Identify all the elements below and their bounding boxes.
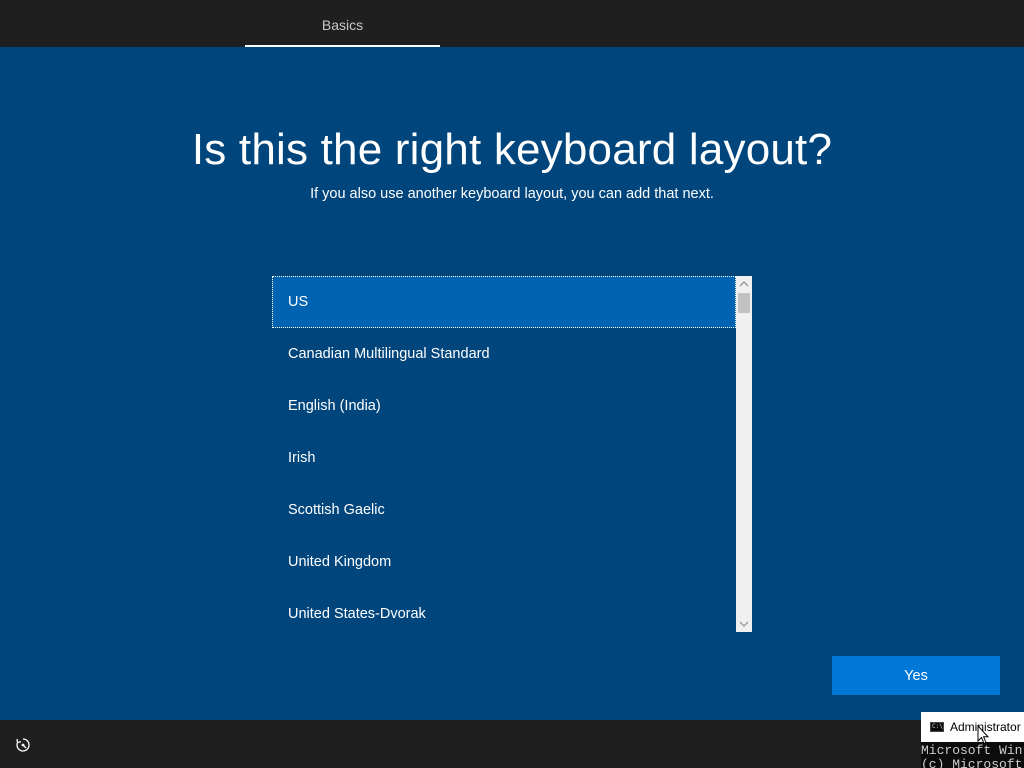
ease-of-access-icon[interactable] [14, 736, 32, 754]
command-prompt-icon: C:\ [930, 722, 944, 732]
mouse-pointer-icon [977, 724, 990, 745]
cmd-output-line: Microsoft Win [921, 743, 1023, 758]
chevron-down-icon[interactable] [736, 616, 752, 632]
page-subtitle: If you also use another keyboard layout,… [310, 186, 714, 202]
layout-item-english-india[interactable]: English (India) [272, 380, 736, 432]
cmd-titlebar[interactable]: C:\ Administrator [921, 712, 1024, 742]
layout-item-scottish-gaelic[interactable]: Scottish Gaelic [272, 484, 736, 536]
top-bar: Basics [0, 0, 1024, 47]
tab-basics[interactable]: Basics [245, 0, 440, 47]
keyboard-layout-list[interactable]: US Canadian Multilingual Standard Englis… [272, 276, 752, 632]
yes-button[interactable]: Yes [832, 656, 1000, 695]
command-prompt-window[interactable]: C:\ Administrator Microsoft Win (c) Micr… [921, 712, 1024, 768]
list-scrollbar[interactable] [736, 276, 752, 632]
layout-item-canadian-multilingual-standard[interactable]: Canadian Multilingual Standard [272, 328, 736, 380]
layout-item-irish[interactable]: Irish [272, 432, 736, 484]
chevron-up-icon[interactable] [736, 276, 752, 292]
layout-item-united-kingdom[interactable]: United Kingdom [272, 536, 736, 588]
bottom-bar [0, 720, 1024, 768]
page-title: Is this the right keyboard layout? [191, 125, 833, 174]
layout-item-us[interactable]: US [272, 276, 736, 328]
cmd-icon-glyph: C:\ [932, 723, 943, 730]
scrollbar-thumb[interactable] [738, 293, 750, 313]
cmd-output-line: (c) Microsoft [921, 757, 1023, 768]
layout-item-united-states-dvorak[interactable]: United States-Dvorak [272, 588, 736, 632]
main-panel: Is this the right keyboard layout? If yo… [0, 47, 1024, 720]
keyboard-layout-items: US Canadian Multilingual Standard Englis… [272, 276, 736, 632]
